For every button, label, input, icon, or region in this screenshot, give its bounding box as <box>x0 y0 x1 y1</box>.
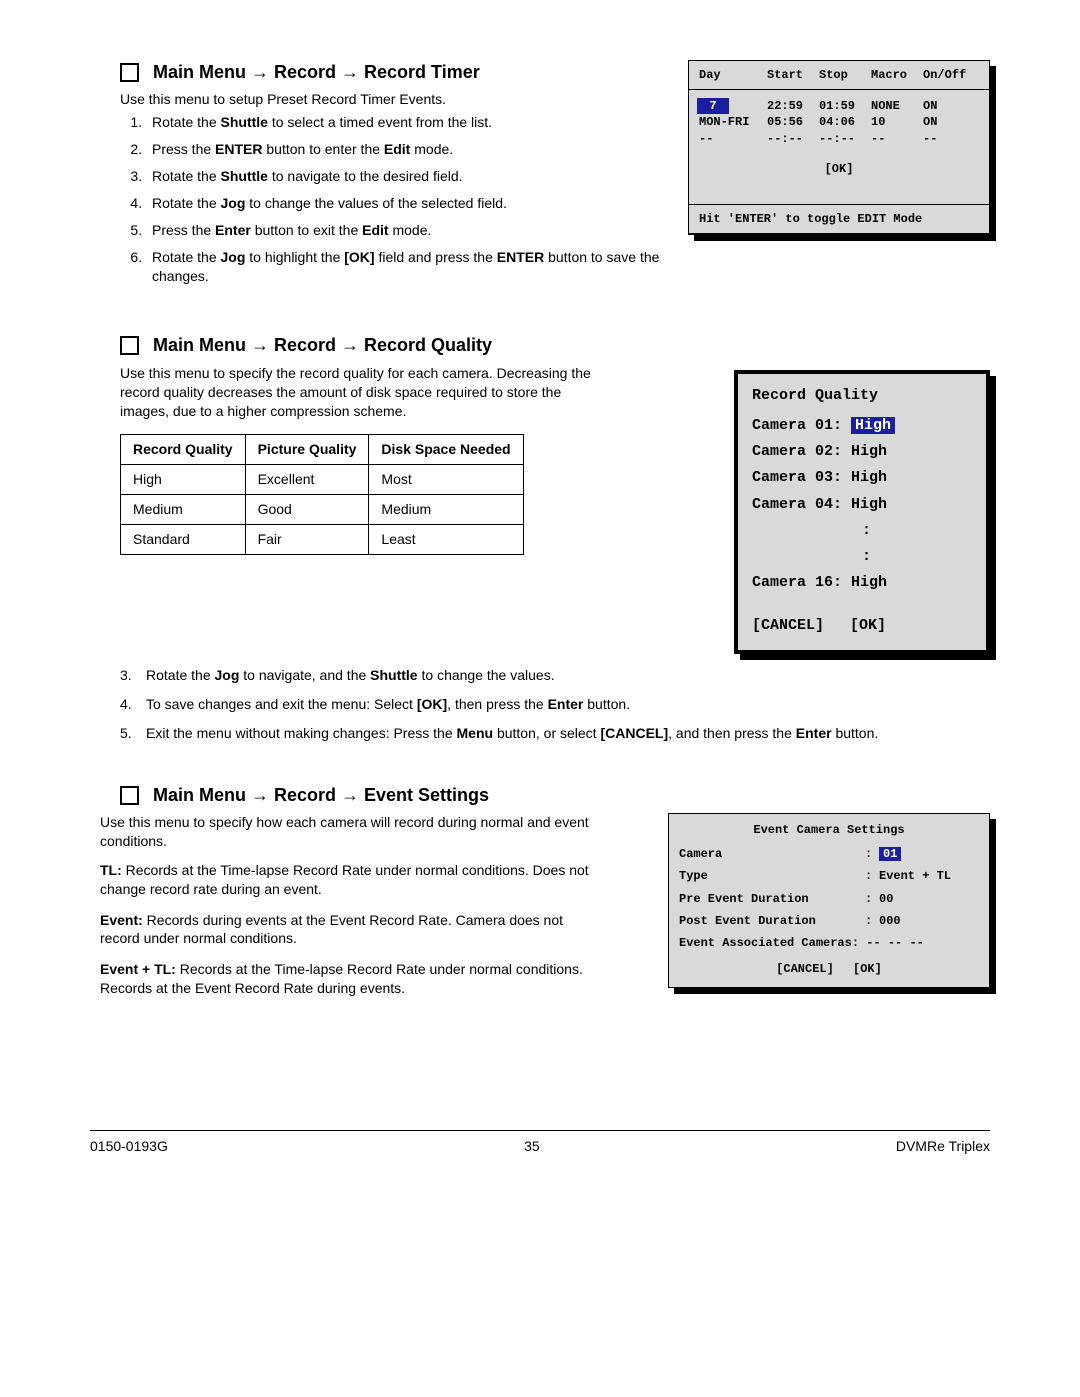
section-event-settings: Main Menu → Record → Event Settings Use … <box>90 783 990 1010</box>
footer-right: DVMRe Triplex <box>896 1137 990 1156</box>
ok-button[interactable]: [OK] <box>853 962 882 976</box>
cancel-button[interactable]: [CANCEL] <box>752 616 824 636</box>
intro-text: Use this menu to specify how each camera… <box>100 813 600 851</box>
page-footer: 0150-0193G 35 DVMRe Triplex <box>90 1130 990 1156</box>
quality-table: Record QualityPicture QualityDisk Space … <box>120 434 524 555</box>
section-record-quality: Main Menu → Record → Record Quality Use … <box>90 333 990 742</box>
record-timer-panel: Day Start Stop Macro On/Off 722:5901:59N… <box>688 60 990 235</box>
intro-text: Use this menu to specify the record qual… <box>120 364 600 421</box>
heading-event-settings: Main Menu → Record → Event Settings <box>153 783 489 807</box>
ok-button[interactable]: [OK] <box>850 616 886 636</box>
steps-list: Rotate the Shuttle to select a timed eve… <box>120 113 668 285</box>
timer-footer: Hit 'ENTER' to toggle EDIT Mode <box>689 204 989 234</box>
section-record-timer: Main Menu → Record → Record Timer Use th… <box>90 60 990 293</box>
intro-text: Use this menu to setup Preset Record Tim… <box>120 90 668 109</box>
steps-list: 3.Rotate the Jog to navigate, and the Sh… <box>120 666 990 743</box>
ok-button[interactable]: [OK] <box>699 161 979 177</box>
footer-center: 35 <box>524 1137 540 1156</box>
checkbox-icon <box>120 63 139 82</box>
heading-record-quality: Main Menu → Record → Record Quality <box>153 333 492 357</box>
record-quality-panel: Record Quality Camera 01: HighCamera 02:… <box>734 370 990 654</box>
checkbox-icon <box>120 336 139 355</box>
footer-left: 0150-0193G <box>90 1137 168 1156</box>
event-settings-panel: Event Camera Settings Camera:01Type:Even… <box>668 813 990 988</box>
heading-record-timer: Main Menu → Record → Record Timer <box>153 60 480 84</box>
cancel-button[interactable]: [CANCEL] <box>776 962 834 976</box>
checkbox-icon <box>120 786 139 805</box>
